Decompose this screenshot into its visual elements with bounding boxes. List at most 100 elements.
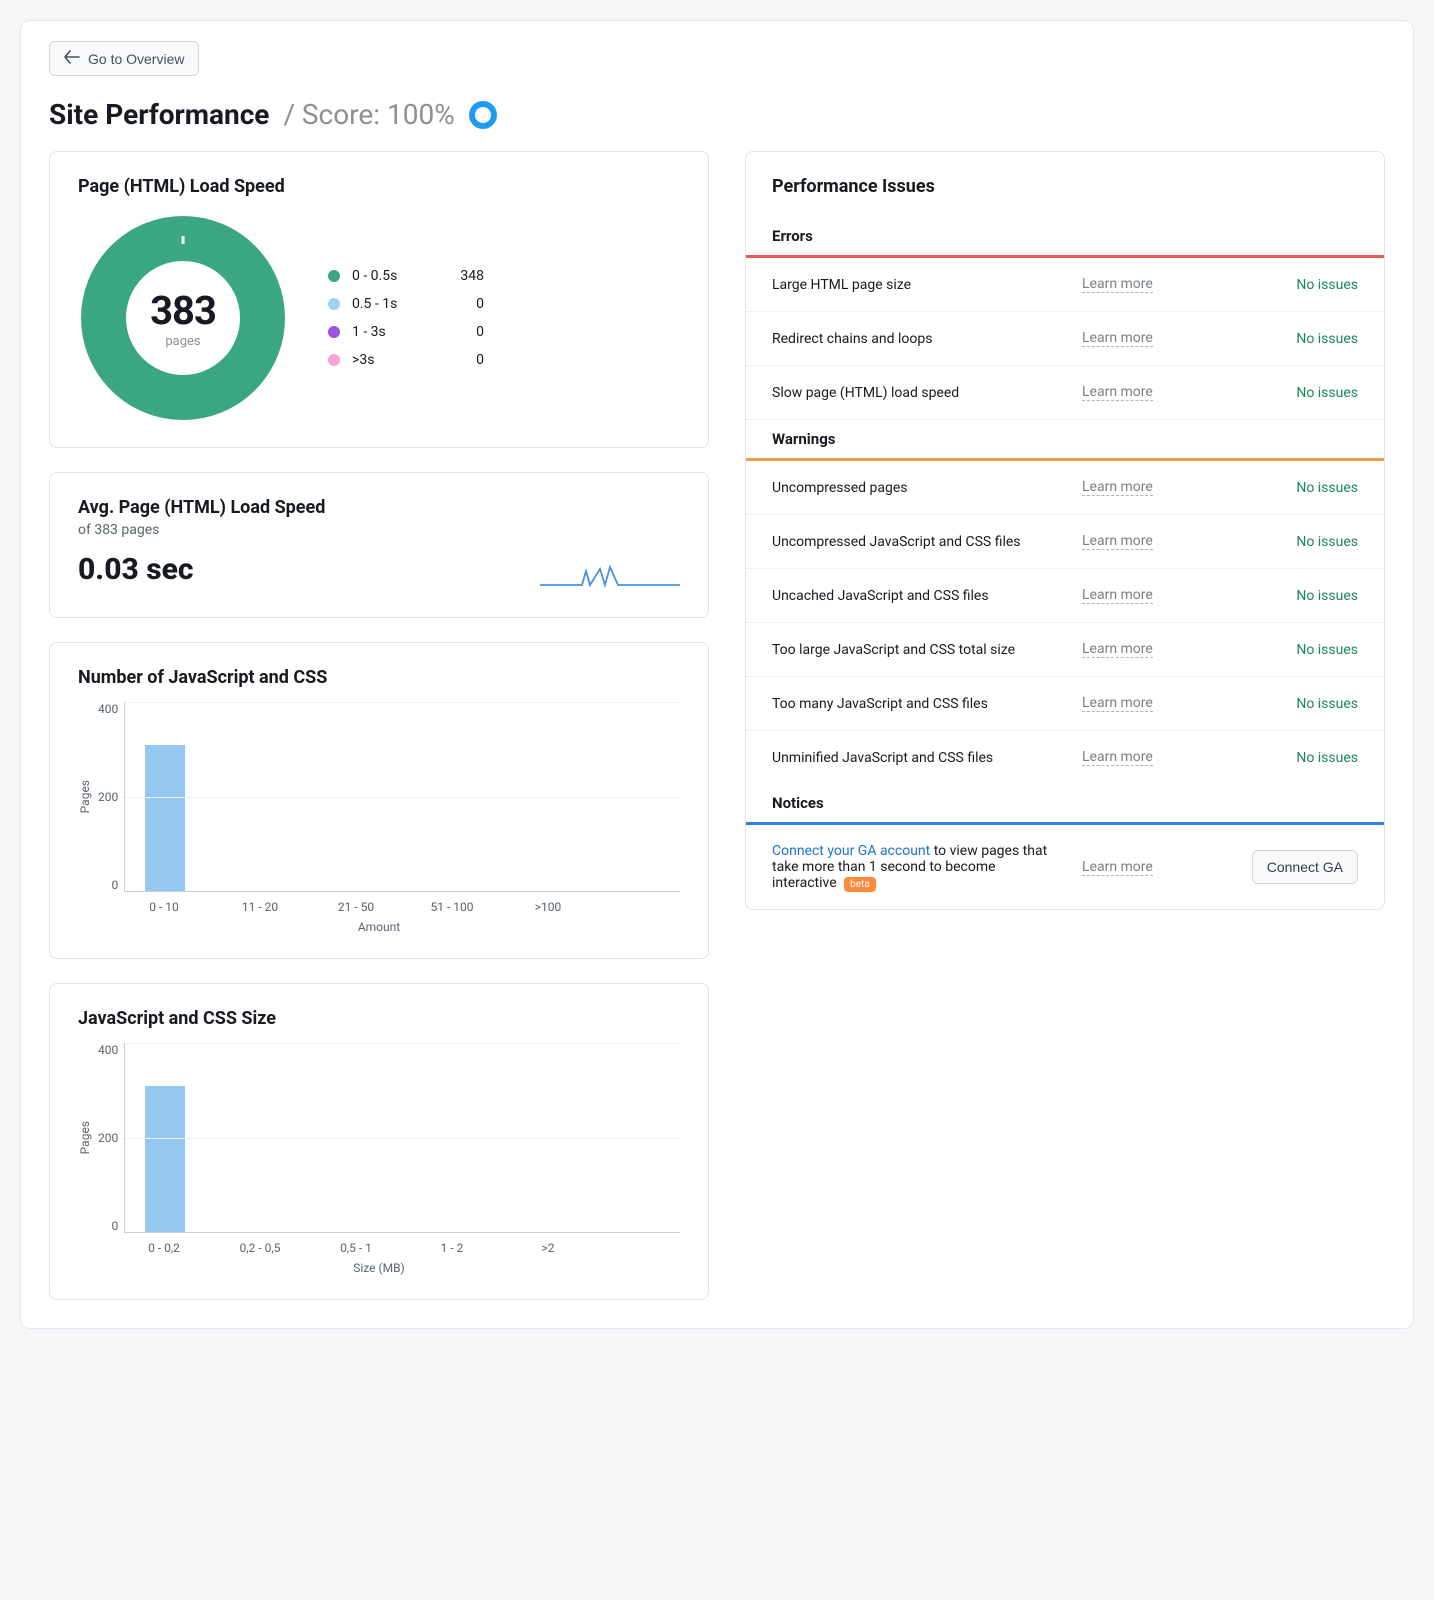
issue-row: Large HTML page sizeLearn moreNo issues <box>746 258 1384 312</box>
issue-name: Uncompressed pages <box>772 480 1062 496</box>
legend-row: 1 - 3s 0 <box>328 324 484 340</box>
page-title-row: Site Performance / Score: 100% <box>49 98 1385 131</box>
x-tick: 0,5 - 1 <box>326 1241 386 1255</box>
legend-value: 348 <box>444 268 484 284</box>
legend-label: >3s <box>352 352 432 368</box>
connect-ga-button[interactable]: Connect GA <box>1252 850 1358 884</box>
y-axis-label: Pages <box>78 780 92 813</box>
issue-row: Uncached JavaScript and CSS files Learn m… <box>746 569 1384 623</box>
x-tick: 0,2 - 0,5 <box>230 1241 290 1255</box>
issue-status: No issues <box>1296 642 1358 658</box>
learn-more-link[interactable]: Learn more <box>1082 641 1153 658</box>
legend-label: 1 - 3s <box>352 324 432 340</box>
x-tick: 51 - 100 <box>422 900 482 914</box>
y-tick: 400 <box>98 1043 118 1057</box>
x-tick: 21 - 50 <box>326 900 386 914</box>
load-speed-legend: 0 - 0.5s 348 0.5 - 1s 0 1 - 3s 0 >3s 0 <box>328 268 484 368</box>
avg-speed-title: Avg. Page (HTML) Load Speed <box>78 497 680 518</box>
issue-name: Too many JavaScript and CSS files <box>772 696 1062 712</box>
issue-name: Redirect chains and loops <box>772 331 1062 347</box>
issue-status: No issues <box>1296 534 1358 550</box>
connect-ga-link[interactable]: Connect your GA account <box>772 843 930 859</box>
legend-label: 0 - 0.5s <box>352 268 432 284</box>
legend-value: 0 <box>444 352 484 368</box>
learn-more-link[interactable]: Learn more <box>1082 587 1153 604</box>
notice-text: Connect your GA account to view pages th… <box>772 843 1062 891</box>
y-tick: 400 <box>98 702 118 716</box>
y-tick: 0 <box>111 1219 118 1233</box>
learn-more-link[interactable]: Learn more <box>1082 479 1153 496</box>
learn-more-link[interactable]: Learn more <box>1082 276 1153 293</box>
js-css-count-title: Number of JavaScript and CSS <box>78 667 680 688</box>
performance-issues-card: Performance Issues ErrorsLarge HTML page… <box>745 151 1385 910</box>
load-speed-card: Page (HTML) Load Speed 383 pages <box>49 151 709 448</box>
bar-chart <box>124 1043 680 1233</box>
issue-status: No issues <box>1296 480 1358 496</box>
js-css-size-chart-card: JavaScript and CSS Size Pages40020000 - … <box>49 983 709 1300</box>
issue-row: Uncompressed JavaScript and CSS filesLea… <box>746 515 1384 569</box>
legend-row: >3s 0 <box>328 352 484 368</box>
x-axis-label: Size (MB) <box>78 1261 680 1275</box>
load-speed-donut: 383 pages <box>78 213 288 423</box>
x-tick: 1 - 2 <box>422 1241 482 1255</box>
learn-more-link[interactable]: Learn more <box>1082 384 1153 401</box>
x-tick: 0 - 10 <box>134 900 194 914</box>
avg-speed-subtitle: of 383 pages <box>78 522 680 538</box>
y-tick: 0 <box>111 878 118 892</box>
learn-more-link[interactable]: Learn more <box>1082 695 1153 712</box>
learn-more-link[interactable]: Learn more <box>1082 330 1153 347</box>
legend-value: 0 <box>444 324 484 340</box>
load-speed-title: Page (HTML) Load Speed <box>78 176 680 197</box>
legend-row: 0.5 - 1s 0 <box>328 296 484 312</box>
donut-center-value: 383 <box>150 287 216 334</box>
issue-name: Unminified JavaScript and CSS files <box>772 750 1062 766</box>
score-label: / Score: 100% <box>283 98 454 131</box>
donut-center-label: pages <box>165 334 200 349</box>
learn-more-link[interactable]: Learn more <box>1082 749 1153 766</box>
issue-status: No issues <box>1296 588 1358 604</box>
issue-row: Uncompressed pages Learn more No issues <box>746 461 1384 515</box>
issue-name: Slow page (HTML) load speed <box>772 385 1062 401</box>
issue-row: Unminified JavaScript and CSS files Learn… <box>746 731 1384 784</box>
js-css-count-chart-card: Number of JavaScript and CSS Pages 400 200… <box>49 642 709 959</box>
notice-row: Connect your GA account to view pages th… <box>746 825 1384 909</box>
go-to-overview-button[interactable]: Go to Overview <box>49 41 199 76</box>
beta-badge: beta <box>844 877 876 892</box>
issue-status: No issues <box>1296 385 1358 401</box>
bar <box>145 1086 185 1232</box>
issue-status: No issues <box>1296 750 1358 766</box>
x-tick: >100 <box>518 900 578 914</box>
errors-section-header: Errors <box>746 217 1384 258</box>
issue-name: Uncached JavaScript and CSS files <box>772 588 1062 604</box>
legend-dot-icon <box>328 354 340 366</box>
page-title: Site Performance <box>49 98 269 131</box>
bar <box>145 745 185 891</box>
x-tick: >2 <box>518 1241 578 1255</box>
avg-speed-card: Avg. Page (HTML) Load Speed of 383 pages… <box>49 472 709 618</box>
legend-dot-icon <box>328 326 340 338</box>
issue-status: No issues <box>1296 696 1358 712</box>
issue-row: Too large JavaScript and CSS total size L… <box>746 623 1384 677</box>
arrow-left-icon <box>64 50 80 67</box>
legend-value: 0 <box>444 296 484 312</box>
issue-row: Slow page (HTML) load speed Learn more No … <box>746 366 1384 420</box>
legend-dot-icon <box>328 270 340 282</box>
y-axis-label: Pages <box>78 1121 92 1154</box>
x-tick: 0 - 0,2 <box>134 1241 194 1255</box>
warnings-section-header: Warnings <box>746 420 1384 461</box>
issue-row: Too many JavaScript and CSS files Learn m… <box>746 677 1384 731</box>
issue-status: No issues <box>1296 277 1358 293</box>
score-ring-icon <box>469 101 497 129</box>
learn-more-link[interactable]: Learn more <box>1082 533 1153 550</box>
y-tick: 200 <box>98 790 118 804</box>
learn-more-link[interactable]: Learn more <box>1082 859 1153 876</box>
legend-dot-icon <box>328 298 340 310</box>
issue-name: Too large JavaScript and CSS total size <box>772 642 1062 658</box>
legend-label: 0.5 - 1s <box>352 296 432 312</box>
x-axis-label: Amount <box>78 920 680 934</box>
js-css-size-title: JavaScript and CSS Size <box>78 1008 680 1029</box>
sparkline-icon <box>540 561 680 589</box>
back-button-label: Go to Overview <box>88 51 184 67</box>
issue-status: No issues <box>1296 331 1358 347</box>
issues-title: Performance Issues <box>746 176 1384 217</box>
